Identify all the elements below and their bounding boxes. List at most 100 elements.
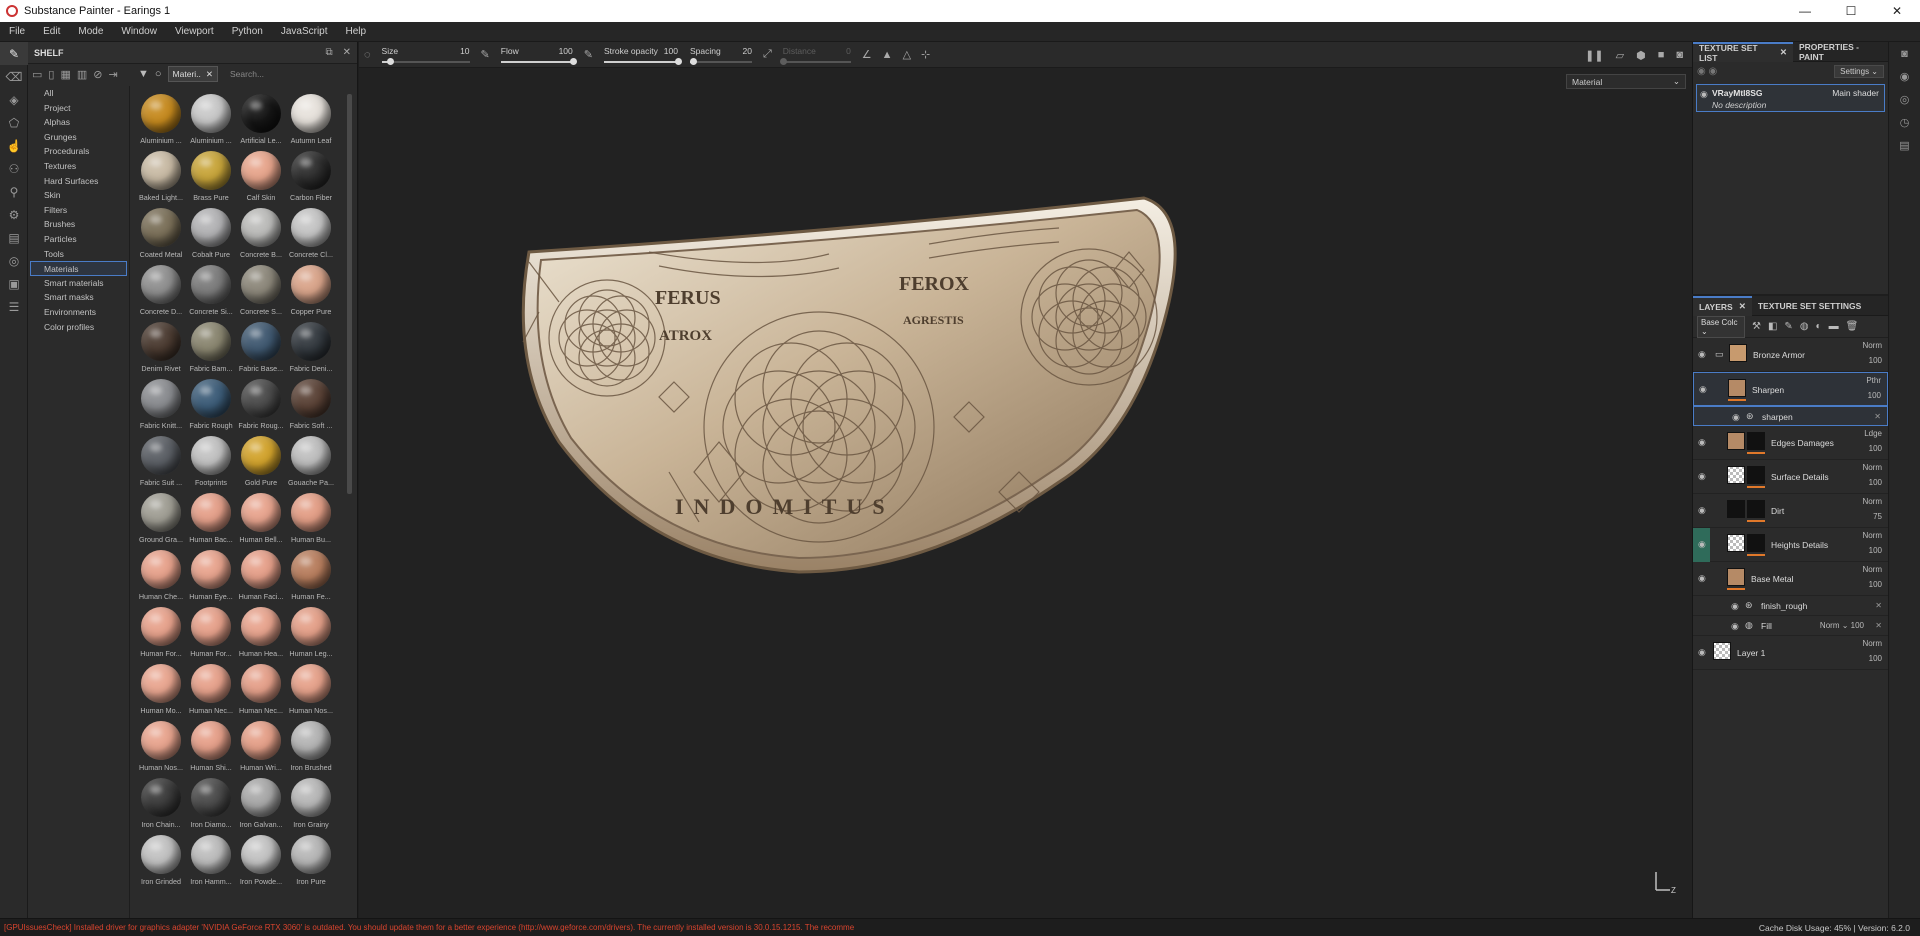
eye-icon[interactable]: ◉	[1699, 384, 1707, 395]
material-item[interactable]: Coated Metal	[136, 208, 186, 259]
display-icon[interactable]: ◉	[1889, 65, 1920, 88]
material-item[interactable]: Denim Rivet	[136, 322, 186, 373]
category-item[interactable]: Filters	[28, 203, 129, 218]
material-item[interactable]: Calf Skin	[236, 151, 286, 202]
opacity-value[interactable]: 100	[1869, 356, 1882, 365]
material-item[interactable]: Human Faci...	[236, 550, 286, 601]
filter-chip[interactable]: Materi.. ✕	[167, 66, 219, 82]
material-item[interactable]: Aluminium ...	[136, 94, 186, 145]
save-icon[interactable]: ▦	[60, 68, 70, 81]
flow-slider[interactable]: Flow 100	[495, 42, 579, 68]
layer-row[interactable]: ◉ Surface Details Norm 100	[1693, 460, 1888, 494]
category-item[interactable]: Textures	[28, 159, 129, 174]
layer-row[interactable]: ◉ Layer 1 Norm 100	[1693, 636, 1888, 670]
pen-pressure-icon[interactable]: ✎	[476, 48, 495, 61]
blend-mode[interactable]: Norm	[1862, 531, 1882, 540]
blend-mode[interactable]: Ldge	[1864, 429, 1882, 438]
tab-texture-set-list[interactable]: TEXTURE SET LIST ✕	[1693, 41, 1793, 63]
material-item[interactable]: Footprints	[186, 436, 236, 487]
menu-edit[interactable]: Edit	[34, 26, 69, 37]
material-item[interactable]: Concrete B...	[236, 208, 286, 259]
eye-icon[interactable]: ◉	[1698, 471, 1706, 482]
python-icon[interactable]: ▣	[0, 272, 28, 295]
material-item[interactable]: Gold Pure	[236, 436, 286, 487]
remove-effect-icon[interactable]: ✕	[1875, 621, 1882, 630]
category-item[interactable]: Alphas	[28, 115, 129, 130]
material-item[interactable]: Concrete S...	[236, 265, 286, 316]
blend-mode[interactable]: Norm	[1862, 565, 1882, 574]
blend-mode[interactable]: Norm ⌄ 100	[1820, 621, 1864, 630]
effect-row[interactable]: ◉ ⊛ sharpen ✕	[1693, 406, 1888, 426]
menu-file[interactable]: File	[0, 26, 34, 37]
material-item[interactable]: Fabric Bam...	[186, 322, 236, 373]
maximize-button[interactable]: ☐	[1828, 0, 1874, 22]
eye-icon[interactable]: ◉	[1698, 437, 1706, 448]
layer-row[interactable]: ◉ Heights Details Norm 100	[1693, 528, 1888, 562]
material-item[interactable]: Artificial Le...	[236, 94, 286, 145]
add-mask-icon[interactable]: ◧	[1768, 321, 1777, 332]
material-item[interactable]: Iron Grainy	[286, 778, 336, 829]
material-item[interactable]: Brass Pure	[186, 151, 236, 202]
material-item[interactable]: Autumn Leaf	[286, 94, 336, 145]
eye-icon[interactable]: ◉	[1698, 647, 1706, 658]
folder-icon[interactable]: ▭	[32, 68, 42, 81]
material-item[interactable]: Iron Powde...	[236, 835, 286, 886]
settings-button[interactable]: Settings ⌄	[1834, 64, 1884, 78]
channel-select[interactable]: Base Colc ⌄	[1697, 315, 1745, 338]
smudge-icon[interactable]: ☝	[0, 134, 28, 157]
category-item[interactable]: Color profiles	[28, 320, 129, 335]
stroke-opacity-slider[interactable]: Stroke opacity 100	[598, 42, 684, 68]
eye-icon[interactable]: ◉	[1700, 89, 1708, 100]
visibility-toggle-icon[interactable]: ◉ ◉	[1697, 66, 1717, 77]
tab-close-icon[interactable]: ✕	[1780, 47, 1787, 58]
tab-layers[interactable]: LAYERS ✕	[1693, 295, 1752, 316]
eye-icon[interactable]: ◉	[1731, 601, 1739, 612]
layer-row[interactable]: ◉ ▭ Bronze Armor Norm 100	[1693, 338, 1888, 372]
material-item[interactable]: Human Eye...	[186, 550, 236, 601]
close-button[interactable]: ✕	[1874, 0, 1920, 22]
shader-icon[interactable]: ◎	[1889, 88, 1920, 111]
history-icon[interactable]: ◷	[1889, 111, 1920, 134]
status-message[interactable]: [GPUIssuesCheck] Installed driver for gr…	[0, 923, 1720, 932]
delete-layer-icon[interactable]: 🗑	[1846, 321, 1859, 332]
layer-row[interactable]: ◉ Dirt Norm 75	[1693, 494, 1888, 528]
eye-icon[interactable]: ◉	[1732, 412, 1740, 423]
material-item[interactable]: Fabric Roug...	[236, 379, 286, 430]
material-item[interactable]: Concrete Cl...	[286, 208, 336, 259]
channel-dropdown[interactable]: Material ⌄	[1566, 74, 1686, 89]
material-item[interactable]: Iron Chain...	[136, 778, 186, 829]
category-item[interactable]: Smart materials	[28, 276, 129, 291]
material-item[interactable]: Fabric Suit ...	[136, 436, 186, 487]
remove-effect-icon[interactable]: ✕	[1875, 601, 1882, 610]
material-item[interactable]: Human Fe...	[286, 550, 336, 601]
add-smart-material-icon[interactable]: ◐	[1816, 321, 1822, 332]
material-item[interactable]: Concrete Si...	[186, 265, 236, 316]
material-item[interactable]: Human Bell...	[236, 493, 286, 544]
material-item[interactable]: Human For...	[136, 607, 186, 658]
material-item[interactable]: Human Che...	[136, 550, 186, 601]
menu-window[interactable]: Window	[112, 26, 166, 37]
opacity-value[interactable]: 100	[1869, 546, 1882, 555]
blend-mode[interactable]: Norm	[1862, 497, 1882, 506]
camera-icon[interactable]: ◙	[1671, 49, 1688, 61]
material-item[interactable]: Human Shi...	[186, 721, 236, 772]
material-item[interactable]: Human Nos...	[286, 664, 336, 715]
spacing-slider[interactable]: Spacing 20	[684, 42, 758, 68]
material-item[interactable]: Iron Grinded	[136, 835, 186, 886]
material-item[interactable]: Carbon Fiber	[286, 151, 336, 202]
material-item[interactable]: Human Hea...	[236, 607, 286, 658]
material-item[interactable]: Concrete D...	[136, 265, 186, 316]
minimize-button[interactable]: —	[1782, 0, 1828, 22]
category-item[interactable]: Grunges	[28, 130, 129, 145]
layer-row[interactable]: ◉ Base Metal Norm 100	[1693, 562, 1888, 596]
shader-label[interactable]: Main shader	[1832, 88, 1879, 98]
category-item[interactable]: Tools	[28, 247, 129, 262]
opacity-value[interactable]: 75	[1873, 512, 1882, 521]
filter-icon[interactable]: ▼	[138, 68, 149, 80]
category-item-selected[interactable]: Materials	[30, 261, 127, 276]
clone-icon[interactable]: ⚇	[0, 157, 28, 180]
texture-set-icon[interactable]: ◙	[1889, 42, 1920, 65]
eye-icon[interactable]: ◉	[1698, 505, 1706, 516]
material-item[interactable]: Human Leg...	[286, 607, 336, 658]
angle-icon[interactable]: ∠	[857, 48, 877, 61]
